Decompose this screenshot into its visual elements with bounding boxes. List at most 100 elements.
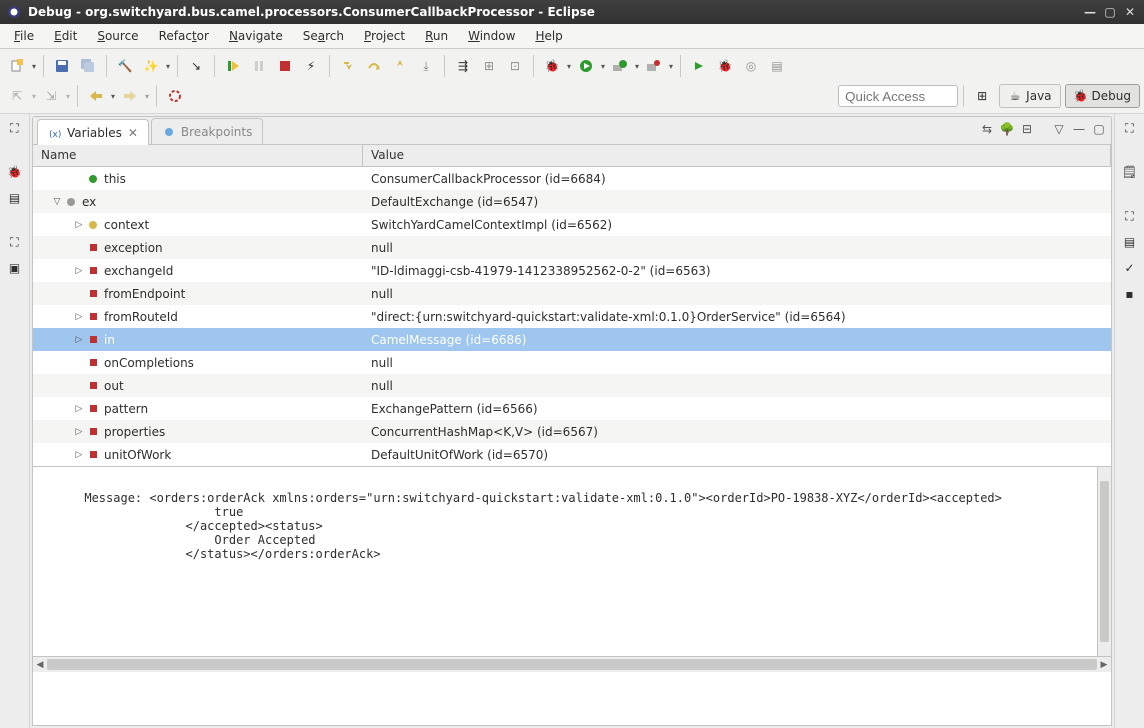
run-server-button[interactable] <box>609 55 631 77</box>
scroll-left-icon[interactable]: ◀ <box>33 657 47 673</box>
twistie-icon[interactable]: ▽ <box>51 197 63 207</box>
expand-dropdown[interactable]: ▾ <box>64 92 72 101</box>
variables-tree[interactable]: thisConsumerCallbackProcessor (id=6684)▽… <box>33 167 1111 466</box>
tb-extra1[interactable]: ⊞ <box>478 55 500 77</box>
wand-button[interactable]: ✨ <box>140 55 162 77</box>
step-filters-button[interactable]: ⇶ <box>452 55 474 77</box>
drop-frame-button[interactable]: ⤓ <box>415 55 437 77</box>
twistie-icon[interactable]: ▷ <box>73 312 85 322</box>
minimize-view-icon[interactable]: — <box>1071 121 1087 137</box>
collapse-dropdown[interactable]: ▾ <box>30 92 38 101</box>
terminal-icon[interactable]: ▪ <box>1122 286 1138 302</box>
target-button[interactable]: ◎ <box>740 55 762 77</box>
expand-button[interactable]: ⇲ <box>40 85 62 107</box>
twistie-icon[interactable]: ▷ <box>73 404 85 414</box>
twistie-icon[interactable]: ▷ <box>73 450 85 460</box>
step-return-button[interactable] <box>389 55 411 77</box>
scroll-right-icon[interactable]: ▶ <box>1097 657 1111 673</box>
quick-access-input[interactable] <box>838 85 958 107</box>
suspend-button[interactable] <box>248 55 270 77</box>
menu-help[interactable]: Help <box>525 26 572 46</box>
save-button[interactable] <box>51 55 73 77</box>
forward-dropdown[interactable]: ▾ <box>143 92 151 101</box>
restore-icon[interactable]: ⛶ <box>7 120 23 136</box>
table-row[interactable]: fromEndpointnull <box>33 282 1111 305</box>
perspective-java[interactable]: ☕ Java <box>999 84 1060 108</box>
outline-view-icon[interactable]: ▣ <box>7 260 23 276</box>
play-button[interactable] <box>688 55 710 77</box>
save-all-button[interactable] <box>77 55 99 77</box>
close-tab-icon[interactable]: ✕ <box>128 126 138 140</box>
run-dropdown[interactable]: ▾ <box>599 62 607 71</box>
run-button[interactable] <box>575 55 597 77</box>
tb-extra2[interactable]: ⊡ <box>504 55 526 77</box>
table-row[interactable]: ▷fromRouteId"direct:{urn:switchyard-quic… <box>33 305 1111 328</box>
menu-run[interactable]: Run <box>415 26 458 46</box>
tasks-icon[interactable]: ✓ <box>1122 260 1138 276</box>
column-value[interactable]: Value <box>363 145 1111 166</box>
menu-refactor[interactable]: Refactor <box>149 26 219 46</box>
forward-button[interactable] <box>119 85 141 107</box>
debug-dropdown[interactable]: ▾ <box>565 62 573 71</box>
outline-icon[interactable]: 🗒 <box>1122 164 1138 180</box>
menu-file[interactable]: File <box>4 26 44 46</box>
twistie-icon[interactable]: ▷ <box>73 427 85 437</box>
collapse-all-icon[interactable]: ⊟ <box>1019 121 1035 137</box>
collapse-button[interactable]: ⇱ <box>6 85 28 107</box>
detail-pane[interactable]: Message: <orders:orderAck xmlns:orders="… <box>33 466 1111 656</box>
maximize-view-icon[interactable]: ▢ <box>1091 121 1107 137</box>
servers-view-icon[interactable]: ▤ <box>7 190 23 206</box>
restore-right2-icon[interactable]: ⛶ <box>1122 208 1138 224</box>
restore-right-icon[interactable]: ⛶ <box>1122 120 1138 136</box>
twistie-icon[interactable]: ▷ <box>73 266 85 276</box>
table-row[interactable]: ▷patternExchangePattern (id=6566) <box>33 397 1111 420</box>
new-dropdown[interactable]: ▾ <box>30 62 38 71</box>
bug-play-button[interactable]: 🐞 <box>714 55 736 77</box>
show-type-names-icon[interactable]: ⇆ <box>979 121 995 137</box>
build-button[interactable]: 🔨 <box>114 55 136 77</box>
detail-hscrollbar[interactable]: ◀ ▶ <box>33 656 1111 672</box>
back-dropdown[interactable]: ▾ <box>109 92 117 101</box>
debug-button[interactable]: 🐞 <box>541 55 563 77</box>
table-row[interactable]: ▷propertiesConcurrentHashMap<K,V> (id=65… <box>33 420 1111 443</box>
table-row[interactable]: ▷exchangeId"ID-ldimaggi-csb-41979-141233… <box>33 259 1111 282</box>
menu-search[interactable]: Search <box>293 26 354 46</box>
external-button[interactable] <box>643 55 665 77</box>
run-server-dropdown[interactable]: ▾ <box>633 62 641 71</box>
coverage-button[interactable]: ▤ <box>766 55 788 77</box>
maximize-button[interactable]: ▢ <box>1102 5 1118 19</box>
menu-source[interactable]: Source <box>87 26 148 46</box>
step-into-button[interactable] <box>337 55 359 77</box>
perspective-debug[interactable]: 🐞 Debug <box>1065 84 1140 108</box>
wand-dropdown[interactable]: ▾ <box>164 62 172 71</box>
close-button[interactable]: ✕ <box>1122 5 1138 19</box>
open-perspective-button[interactable]: ⊞ <box>971 85 993 107</box>
console-icon[interactable]: ▤ <box>1122 234 1138 250</box>
column-name[interactable]: Name <box>33 145 363 166</box>
resume-button[interactable] <box>222 55 244 77</box>
back-button[interactable] <box>85 85 107 107</box>
tab-variables[interactable]: (x)= Variables ✕ <box>37 119 149 145</box>
table-row[interactable]: outnull <box>33 374 1111 397</box>
disconnect-button[interactable]: ⚡ <box>300 55 322 77</box>
terminate-button[interactable] <box>274 55 296 77</box>
table-row[interactable]: ▽exDefaultExchange (id=6547) <box>33 190 1111 213</box>
detail-vscrollbar[interactable] <box>1097 467 1111 656</box>
tab-breakpoints[interactable]: Breakpoints <box>151 118 263 144</box>
table-row[interactable]: ▷contextSwitchYardCamelContextImpl (id=6… <box>33 213 1111 236</box>
menu-project[interactable]: Project <box>354 26 415 46</box>
step-over-button[interactable] <box>363 55 385 77</box>
table-row[interactable]: ▷unitOfWorkDefaultUnitOfWork (id=6570) <box>33 443 1111 466</box>
debug-view-icon[interactable]: 🐞 <box>7 164 23 180</box>
twistie-icon[interactable]: ▷ <box>73 335 85 345</box>
skip-breakpoints-button[interactable]: ↘ <box>185 55 207 77</box>
restore2-icon[interactable]: ⛶ <box>7 234 23 250</box>
table-row[interactable]: onCompletionsnull <box>33 351 1111 374</box>
table-row[interactable]: thisConsumerCallbackProcessor (id=6684) <box>33 167 1111 190</box>
minimize-button[interactable]: — <box>1082 5 1098 19</box>
show-logical-icon[interactable]: 🌳 <box>999 121 1015 137</box>
scrollbar-thumb[interactable] <box>1100 481 1109 642</box>
hscrollbar-thumb[interactable] <box>47 659 1097 670</box>
menu-navigate[interactable]: Navigate <box>219 26 293 46</box>
table-row[interactable]: ▷inCamelMessage (id=6686) <box>33 328 1111 351</box>
